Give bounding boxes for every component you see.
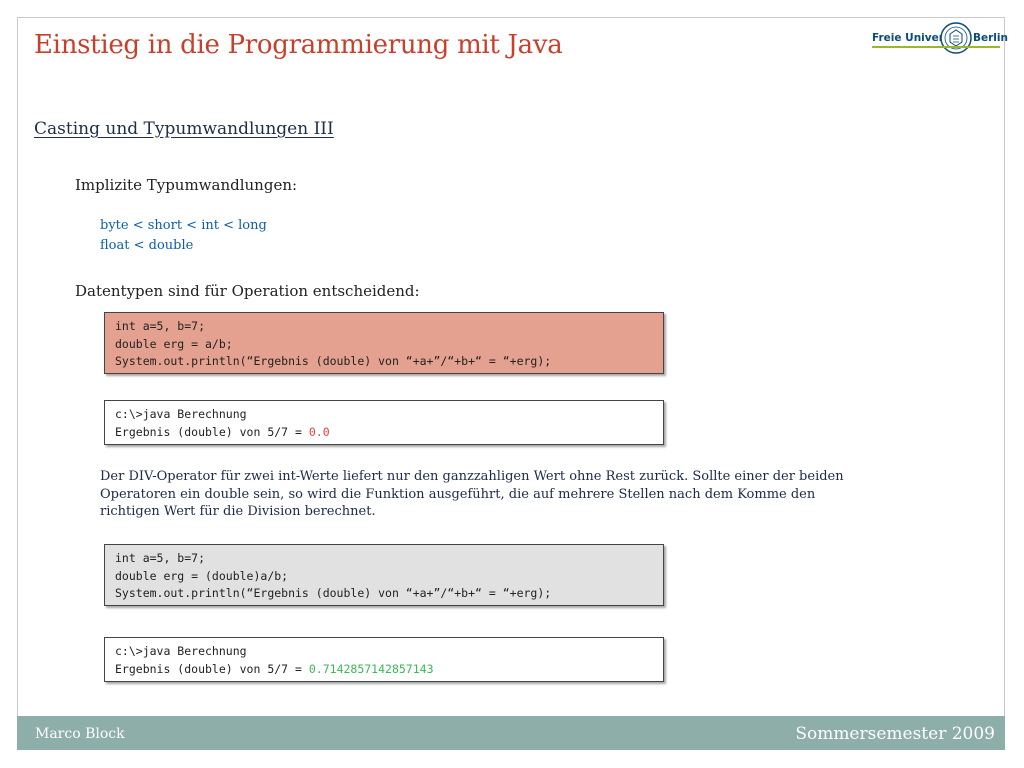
console-result-value: 0.7142857142857143 <box>308 661 434 676</box>
console-command: c:\>java Berechnung <box>115 407 247 421</box>
footer-bar: Marco Block Sommersemester 2009 <box>17 716 1005 750</box>
implicit-conversions-label: Implizite Typumwandlungen: <box>75 176 298 194</box>
logo-text-right: Berlin <box>973 32 1008 44</box>
section-heading: Casting und Typumwandlungen III <box>34 119 334 139</box>
explanation-text: Der DIV-Operator für zwei int-Werte lief… <box>100 469 844 519</box>
datatypes-label: Datentypen sind für Operation entscheide… <box>75 282 420 300</box>
console-output-1: c:\>java Berechnung Ergebnis (double) von… <box>104 400 664 445</box>
code-line: int a=5, b=7; <box>115 319 206 333</box>
code-line: System.out.println(“Ergebnis (double) vo… <box>115 354 552 368</box>
code-line: int a=5, b=7; <box>115 551 206 565</box>
code-line: double erg = a/b; <box>115 336 233 351</box>
footer-semester: Sommersemester 2009 <box>795 724 995 744</box>
logo-underline <box>872 46 1000 48</box>
console-result-text: Ergebnis (double) von 5/7 = <box>115 424 309 439</box>
university-logo: Freie Universität Berlin <box>872 22 1008 56</box>
integer-type-order: byte < short < int < long <box>100 218 267 233</box>
footer-author: Marco Block <box>35 726 125 742</box>
code-line: double erg = (double)a/b; <box>115 568 289 583</box>
console-output-2: c:\>java Berechnung Ergebnis (double) von… <box>104 637 664 682</box>
float-type-order: float < double <box>100 238 194 253</box>
console-result-value: 0.0 <box>308 424 330 439</box>
code-line: System.out.println(“Ergebnis (double) vo… <box>115 586 552 600</box>
code-block-double-cast: int a=5, b=7; double erg = (double)a/b; Sy… <box>104 544 664 606</box>
slide-title: Einstieg in die Programmierung mit Java <box>34 30 563 60</box>
console-result-line: Ergebnis (double) von 5/7 = 0.7142857142… <box>115 661 653 679</box>
console-result-text: Ergebnis (double) von 5/7 = <box>115 661 309 676</box>
console-result-line: Ergebnis (double) von 5/7 = 0.0 <box>115 424 653 442</box>
code-block-integer-division: int a=5, b=7; double erg = a/b; System.out… <box>104 312 664 374</box>
university-seal-icon <box>940 22 972 54</box>
console-command: c:\>java Berechnung <box>115 644 247 658</box>
